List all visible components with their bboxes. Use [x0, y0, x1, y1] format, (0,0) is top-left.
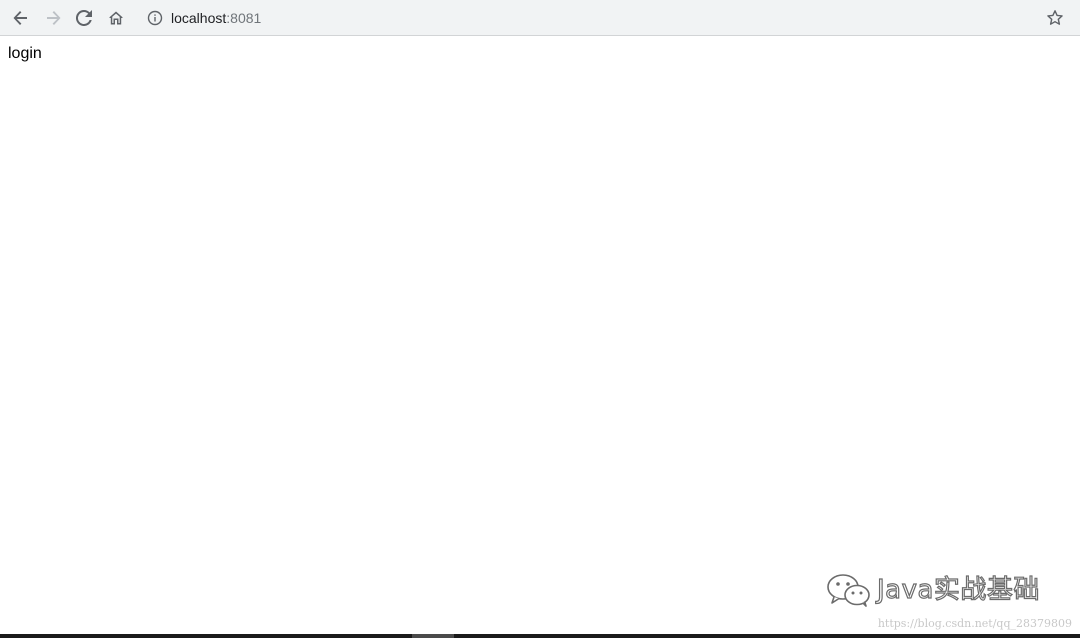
page-content: login	[0, 36, 1080, 634]
address-bar[interactable]: localhost:8081	[137, 3, 1073, 33]
url-port: :8081	[226, 10, 262, 26]
url-text[interactable]: localhost:8081	[171, 10, 261, 26]
taskbar-strip	[0, 634, 1080, 638]
reload-icon	[76, 10, 92, 26]
browser-window: localhost:8081 login Java实战基础 https://bl…	[0, 0, 1080, 638]
info-icon[interactable]	[147, 10, 163, 26]
home-button[interactable]	[102, 4, 130, 32]
watermark: Java实战基础	[825, 572, 1040, 608]
home-icon	[109, 11, 123, 25]
url-host: localhost	[171, 10, 227, 26]
wechat-icon	[827, 574, 870, 607]
browser-toolbar: localhost:8081	[0, 0, 1080, 36]
arrow-left-icon	[13, 11, 27, 25]
back-button[interactable]	[7, 4, 35, 32]
login-text: login	[8, 45, 42, 62]
arrow-right-icon	[47, 11, 61, 25]
watermark-brand-text: Java实战基础	[876, 574, 1040, 605]
reload-button[interactable]	[70, 4, 98, 32]
forward-button[interactable]	[39, 4, 67, 32]
taskbar-highlight	[412, 634, 454, 638]
watermark-url: https://blog.csdn.net/qq_28379809	[877, 617, 1072, 630]
star-icon[interactable]	[1046, 9, 1064, 27]
